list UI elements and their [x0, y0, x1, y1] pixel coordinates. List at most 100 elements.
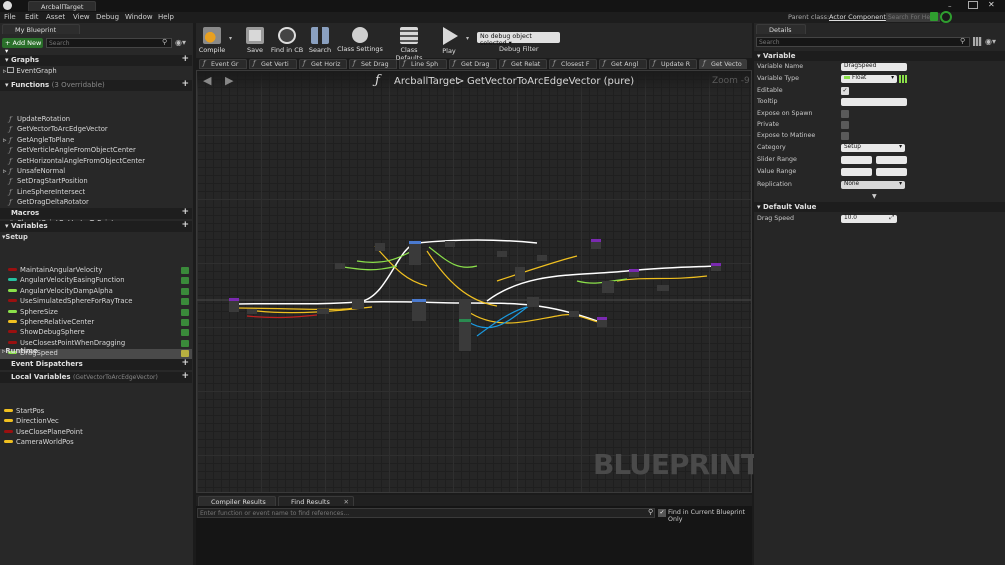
class-defaults-button[interactable]: Class Defaults	[386, 25, 432, 62]
user-avatar-icon[interactable]	[940, 11, 952, 23]
visibility-eye-icon[interactable]	[181, 277, 189, 285]
close-button[interactable]: ✕	[988, 0, 995, 9]
graph-tab[interactable]: Set Drag	[349, 59, 397, 69]
search-button[interactable]: Search	[307, 25, 333, 56]
add-graph-button[interactable]: +	[181, 54, 189, 64]
visibility-eye-icon[interactable]	[181, 339, 189, 347]
add-dispatcher-button[interactable]: +	[181, 358, 189, 368]
details-view-eye-icon[interactable]: ◉▾	[985, 37, 996, 46]
variable-item[interactable]: MaintainAngularVelocity	[0, 266, 192, 276]
graphs-header[interactable]: ▾ Graphs +	[0, 54, 192, 66]
variable-section-header[interactable]: ▾ Variable	[754, 51, 1005, 61]
variable-item[interactable]: SphereSize	[0, 308, 192, 318]
value-range-min-field[interactable]	[841, 168, 872, 176]
debug-object-dropdown[interactable]: No debug object selected ▾	[477, 32, 560, 47]
category-setup[interactable]: ▾Setup	[0, 233, 192, 243]
variable-type-dropdown[interactable]: Float ▾	[841, 75, 897, 83]
visibility-eye-icon[interactable]	[181, 298, 189, 306]
graph-tab[interactable]: Get Angl	[599, 59, 647, 69]
play-button[interactable]: Play	[437, 25, 461, 56]
minimize-button[interactable]: –	[948, 2, 958, 10]
my-blueprint-tab[interactable]: My Blueprint	[2, 24, 80, 34]
slider-range-max-field[interactable]	[876, 156, 907, 164]
graph-tab[interactable]: Get Verti	[249, 59, 297, 69]
menu-file[interactable]: File	[4, 13, 16, 21]
close-tab-icon[interactable]: ✕	[344, 498, 349, 506]
graph-tab[interactable]: Update R	[649, 59, 697, 69]
function-item[interactable]: ƒ GetHorizontalAngleFromObjectCenter	[0, 157, 192, 167]
graph-tab[interactable]: Get Vecto	[699, 59, 747, 69]
function-item[interactable]: ƒ LineSphereIntersect	[0, 188, 192, 198]
class-settings-button[interactable]: Class Settings	[337, 25, 383, 56]
local-variable-item[interactable]: CameraWorldPos	[0, 438, 192, 448]
graph-tab[interactable]: Closest F	[549, 59, 597, 69]
variable-item[interactable]: UseSimulatedSphereForRayTrace	[0, 297, 192, 307]
compile-options-chevron-icon[interactable]: ▾	[229, 35, 232, 42]
add-new-button[interactable]: + Add New ▾	[2, 38, 43, 55]
expose-to-matinee-checkbox[interactable]	[841, 132, 849, 140]
details-tab[interactable]: Details	[756, 24, 806, 34]
local-variable-item[interactable]: DirectionVec	[0, 417, 192, 427]
add-function-button[interactable]: +	[181, 79, 189, 89]
private-checkbox[interactable]	[841, 121, 849, 129]
menu-window[interactable]: Window	[125, 13, 153, 21]
variable-item[interactable]: ShowDebugSphere	[0, 328, 192, 338]
tooltip-field[interactable]	[841, 98, 907, 106]
event-dispatchers-header[interactable]: ▾ Event Dispatchers+	[0, 358, 192, 370]
macros-header[interactable]: ▾ Macros+	[0, 207, 192, 219]
graph-tab[interactable]: Get Drag	[449, 59, 497, 69]
function-item[interactable]: ▹ ƒ UnsafeNormal	[0, 167, 192, 177]
visibility-eye-icon[interactable]	[181, 287, 189, 295]
graph-canvas[interactable]: ◀ ▶ ƒ ArcballTarget > GetVectorToArcEdge…	[196, 70, 760, 493]
parent-class-link[interactable]: Actor Component	[829, 13, 886, 21]
graph-tab[interactable]: Get Horiz	[299, 59, 347, 69]
function-item[interactable]: ▹ ƒ GetAngleToPlane	[0, 136, 192, 146]
local-variable-item[interactable]: UseClosePlanePoint	[0, 428, 192, 438]
add-macro-button[interactable]: +	[181, 207, 189, 217]
default-value-section-header[interactable]: ▾ Default Value	[754, 202, 1005, 212]
play-options-chevron-icon[interactable]: ▾	[466, 35, 469, 42]
property-matrix-icon[interactable]	[973, 37, 982, 46]
save-button[interactable]: Save	[243, 25, 267, 56]
drag-speed-value-field[interactable]: 10.0 ⤢	[841, 215, 897, 223]
advanced-expand-chevron-icon[interactable]: ▼	[872, 193, 877, 200]
graph-item-eventgraph[interactable]: ▹ EventGraph	[0, 67, 192, 77]
value-range-max-field[interactable]	[876, 168, 907, 176]
find-in-current-checkbox[interactable]: ✓	[658, 509, 666, 517]
reset-arrows-icon[interactable]: ⤢	[889, 215, 894, 222]
menu-asset[interactable]: Asset	[46, 13, 65, 21]
variable-name-field[interactable]: DragSpeed	[841, 63, 907, 71]
find-search-icon[interactable]: ⚲	[648, 508, 653, 516]
compiler-results-tab[interactable]: Compiler Results	[198, 496, 276, 506]
container-type-grid-icon[interactable]	[899, 75, 907, 83]
replication-dropdown[interactable]: None ▾	[841, 181, 905, 189]
visibility-eye-icon[interactable]	[181, 267, 189, 274]
functions-header[interactable]: ▾ Functions (3 Overridable) +	[0, 79, 192, 91]
variables-header[interactable]: ▾ Variables +	[0, 220, 192, 232]
find-references-input[interactable]	[197, 508, 655, 518]
variable-item[interactable]: AngularVelocityEasingFunction	[0, 276, 192, 286]
graph-tab[interactable]: Get Relat	[499, 59, 547, 69]
asset-tab[interactable]: ArcballTarget	[28, 1, 96, 11]
function-item[interactable]: ƒ SetDragStartPosition	[0, 177, 192, 187]
visibility-eye-icon[interactable]	[181, 319, 189, 326]
blueprint-search-input[interactable]	[46, 38, 172, 48]
function-item[interactable]: ƒ GetVectorToArcEdgeVector	[0, 125, 192, 135]
visibility-eye-icon[interactable]	[181, 308, 189, 316]
maximize-button[interactable]	[968, 1, 978, 9]
find-results-tab[interactable]: Find Results ✕	[278, 496, 354, 506]
category-dropdown[interactable]: Setup ▾	[841, 144, 905, 152]
graph-tab[interactable]: Line Sph	[399, 59, 447, 69]
compile-button[interactable]: Compile	[198, 25, 226, 56]
menu-view[interactable]: View	[73, 13, 90, 21]
find-in-cb-button[interactable]: Find in CB	[270, 25, 304, 56]
source-control-icon[interactable]	[930, 12, 938, 21]
menu-debug[interactable]: Debug	[96, 13, 119, 21]
menu-edit[interactable]: Edit	[25, 13, 39, 21]
view-options-eye-icon[interactable]: ◉▾	[175, 38, 186, 47]
graph-tab[interactable]: Event Gr	[199, 59, 247, 69]
function-item[interactable]: ƒ GetVerticleAngleFromObjectCenter	[0, 146, 192, 156]
add-local-variable-button[interactable]: +	[181, 371, 189, 381]
variable-item[interactable]: SphereRelativeCenter	[0, 318, 192, 328]
visibility-eye-icon[interactable]	[181, 329, 189, 337]
